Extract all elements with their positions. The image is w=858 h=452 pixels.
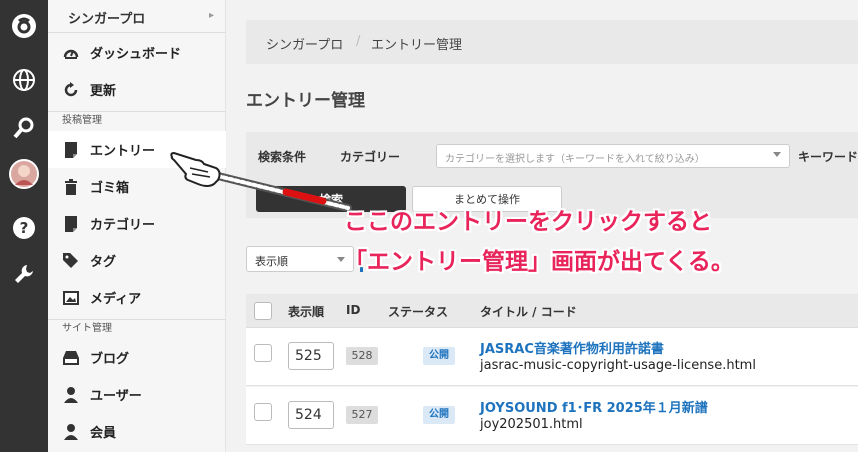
- sidebar-item-label: エントリー: [90, 144, 156, 159]
- member-icon: [62, 423, 80, 440]
- section-heading-posts: 投稿管理: [48, 111, 226, 129]
- category-icon: [62, 215, 80, 232]
- chevron-right-icon: ▸: [208, 10, 214, 21]
- page-title: エントリー管理: [246, 91, 365, 111]
- sidebar-item-label: ユーザー: [90, 389, 142, 404]
- id-badge: 527: [346, 406, 378, 424]
- breadcrumb-current: エントリー管理: [371, 38, 463, 53]
- sort-selected: 表示順: [255, 255, 288, 268]
- entry-code: joy202501.html: [480, 417, 583, 432]
- wrench-icon[interactable]: [8, 258, 40, 290]
- table-row: 525 528 公開 JASRAC音楽著作物利用許諾書 jasrac-music…: [246, 328, 858, 386]
- row-checkbox[interactable]: [254, 403, 272, 421]
- row-checkbox[interactable]: [254, 344, 272, 362]
- chevron-down-icon: [773, 152, 781, 157]
- keyword-label: キーワード: [798, 150, 858, 164]
- trash-icon: [62, 178, 80, 195]
- category-select[interactable]: カテゴリーを選択します（キーワードを入れて絞り込み）: [436, 144, 790, 168]
- icon-rail: ?: [0, 0, 48, 452]
- sidebar-item-blog[interactable]: ブログ: [48, 339, 226, 376]
- sidebar-item-refresh[interactable]: 更新: [48, 71, 226, 108]
- sidebar-item-member[interactable]: 会員: [48, 413, 226, 450]
- breadcrumb: シンガープロ / エントリー管理: [246, 20, 858, 64]
- table-header: 表示順 ID ステータス タイトル / コード: [246, 294, 858, 328]
- globe-icon[interactable]: [8, 64, 40, 96]
- annotation-line-2: 「エントリー管理」画面が出てくる。: [344, 249, 734, 275]
- media-icon: [62, 290, 80, 305]
- col-status[interactable]: ステータス: [388, 303, 448, 320]
- sidebar-item-tag[interactable]: タグ: [48, 242, 226, 279]
- svg-text:?: ?: [20, 219, 29, 237]
- refresh-icon: [62, 81, 80, 98]
- blog-icon: [62, 350, 80, 365]
- col-id[interactable]: ID: [346, 303, 360, 317]
- sidebar-item-label: 会員: [90, 426, 117, 441]
- sidebar-item-label: カテゴリー: [90, 218, 156, 233]
- avatar[interactable]: [8, 158, 40, 190]
- breadcrumb-separator: /: [356, 34, 361, 49]
- dashboard-icon: [62, 45, 80, 61]
- entry-title-link[interactable]: JOYSOUND f1･FR 2025年１月新譜: [480, 397, 708, 416]
- order-input[interactable]: 524: [288, 401, 334, 429]
- sidebar-item-dashboard[interactable]: ダッシュボード: [48, 34, 226, 71]
- table-row: 524 527 公開 JOYSOUND f1･FR 2025年１月新譜 joy2…: [246, 387, 858, 445]
- pointing-hand-icon: [170, 151, 352, 212]
- section-heading-site: サイト管理: [48, 319, 226, 337]
- sidebar-item-label: タグ: [90, 255, 117, 270]
- status-badge: 公開: [423, 406, 455, 424]
- sidebar-item-label: ゴミ箱: [90, 181, 130, 196]
- sidebar-site-header[interactable]: シンガープロ ▸: [48, 0, 226, 33]
- sidebar-item-label: メディア: [90, 292, 142, 307]
- sidebar-item-user[interactable]: ユーザー: [48, 376, 226, 413]
- entry-icon: [62, 141, 80, 158]
- sort-select[interactable]: 表示順: [246, 246, 354, 272]
- sidebar: シンガープロ ▸ ダッシュボード 更新 投稿管理 エントリー ゴミ箱 カテゴリー: [48, 0, 226, 452]
- sidebar-item-media[interactable]: メディア: [48, 279, 226, 316]
- search-icon[interactable]: [8, 112, 40, 144]
- app-logo-icon[interactable]: [8, 10, 40, 42]
- id-badge: 528: [346, 347, 378, 365]
- sidebar-item-label: ダッシュボード: [90, 47, 182, 62]
- site-title: シンガープロ: [68, 12, 146, 27]
- help-icon[interactable]: ?: [8, 212, 40, 244]
- sidebar-item-label: 更新: [90, 84, 117, 99]
- select-all-checkbox[interactable]: [254, 302, 272, 320]
- entry-code: jasrac-music-copyright-usage-license.htm…: [480, 358, 756, 373]
- annotation-line-1: ここのエントリーをクリックすると: [344, 209, 712, 235]
- col-order[interactable]: 表示順: [288, 303, 324, 320]
- breadcrumb-root[interactable]: シンガープロ: [266, 34, 343, 53]
- user-icon: [62, 386, 80, 403]
- status-badge: 公開: [423, 347, 455, 365]
- col-title[interactable]: タイトル / コード: [480, 303, 577, 320]
- category-placeholder: カテゴリーを選択します（キーワードを入れて絞り込み）: [445, 154, 705, 165]
- tag-icon: [62, 252, 80, 269]
- entry-title-link[interactable]: JASRAC音楽著作物利用許諾書: [480, 338, 664, 357]
- order-input[interactable]: 525: [288, 342, 334, 370]
- sidebar-item-label: ブログ: [90, 352, 130, 367]
